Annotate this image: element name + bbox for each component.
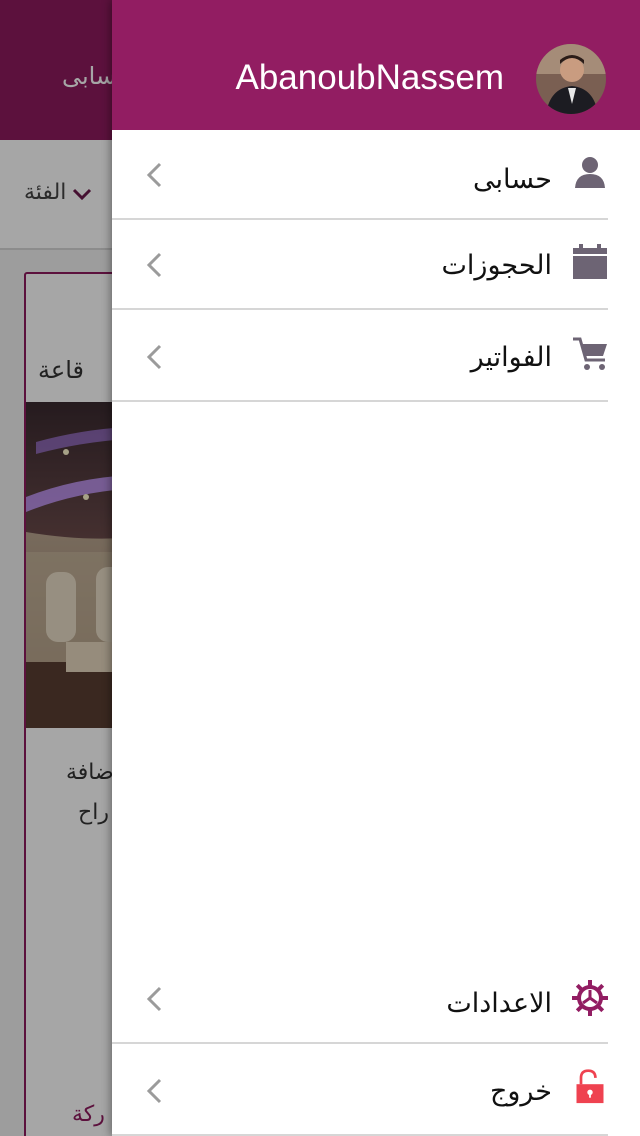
menu-item-invoices-label: الفواتير (470, 342, 552, 373)
menu-item-bookings[interactable]: الحجوزات (112, 220, 608, 310)
drawer-header: AbanoubNassem (112, 0, 640, 130)
menu-item-logout-label: خروج (489, 1076, 552, 1107)
avatar[interactable] (536, 44, 606, 114)
menu-item-invoices[interactable]: الفواتير (112, 312, 608, 402)
menu-item-account-label: حسابى (472, 164, 552, 195)
person-icon (575, 157, 605, 188)
menu-item-account[interactable]: حسابى (112, 130, 608, 220)
menu-item-bookings-label: الحجوزات (441, 250, 553, 281)
drawer-empty-area (112, 402, 640, 962)
chevron-left-icon (146, 1078, 162, 1104)
navigation-drawer: AbanoubNassem حسابى الحجوزات الفواتير ال… (112, 0, 640, 1136)
menu-item-logout[interactable]: خروج (112, 1046, 608, 1136)
divider (112, 1042, 608, 1044)
chevron-left-icon (146, 986, 162, 1012)
divider (112, 308, 608, 310)
menu-item-settings[interactable]: الاعدادات (112, 954, 608, 1044)
drawer-username: AbanoubNassem (235, 58, 505, 97)
chevron-left-icon (146, 344, 162, 370)
cart-icon (573, 337, 607, 370)
menu-item-settings-label: الاعدادات (446, 988, 552, 1019)
chevron-left-icon (146, 252, 162, 278)
unlock-icon (576, 1069, 604, 1104)
calendar-icon (573, 244, 607, 279)
chevron-left-icon (146, 162, 162, 188)
settings-gear-icon (572, 980, 608, 1016)
